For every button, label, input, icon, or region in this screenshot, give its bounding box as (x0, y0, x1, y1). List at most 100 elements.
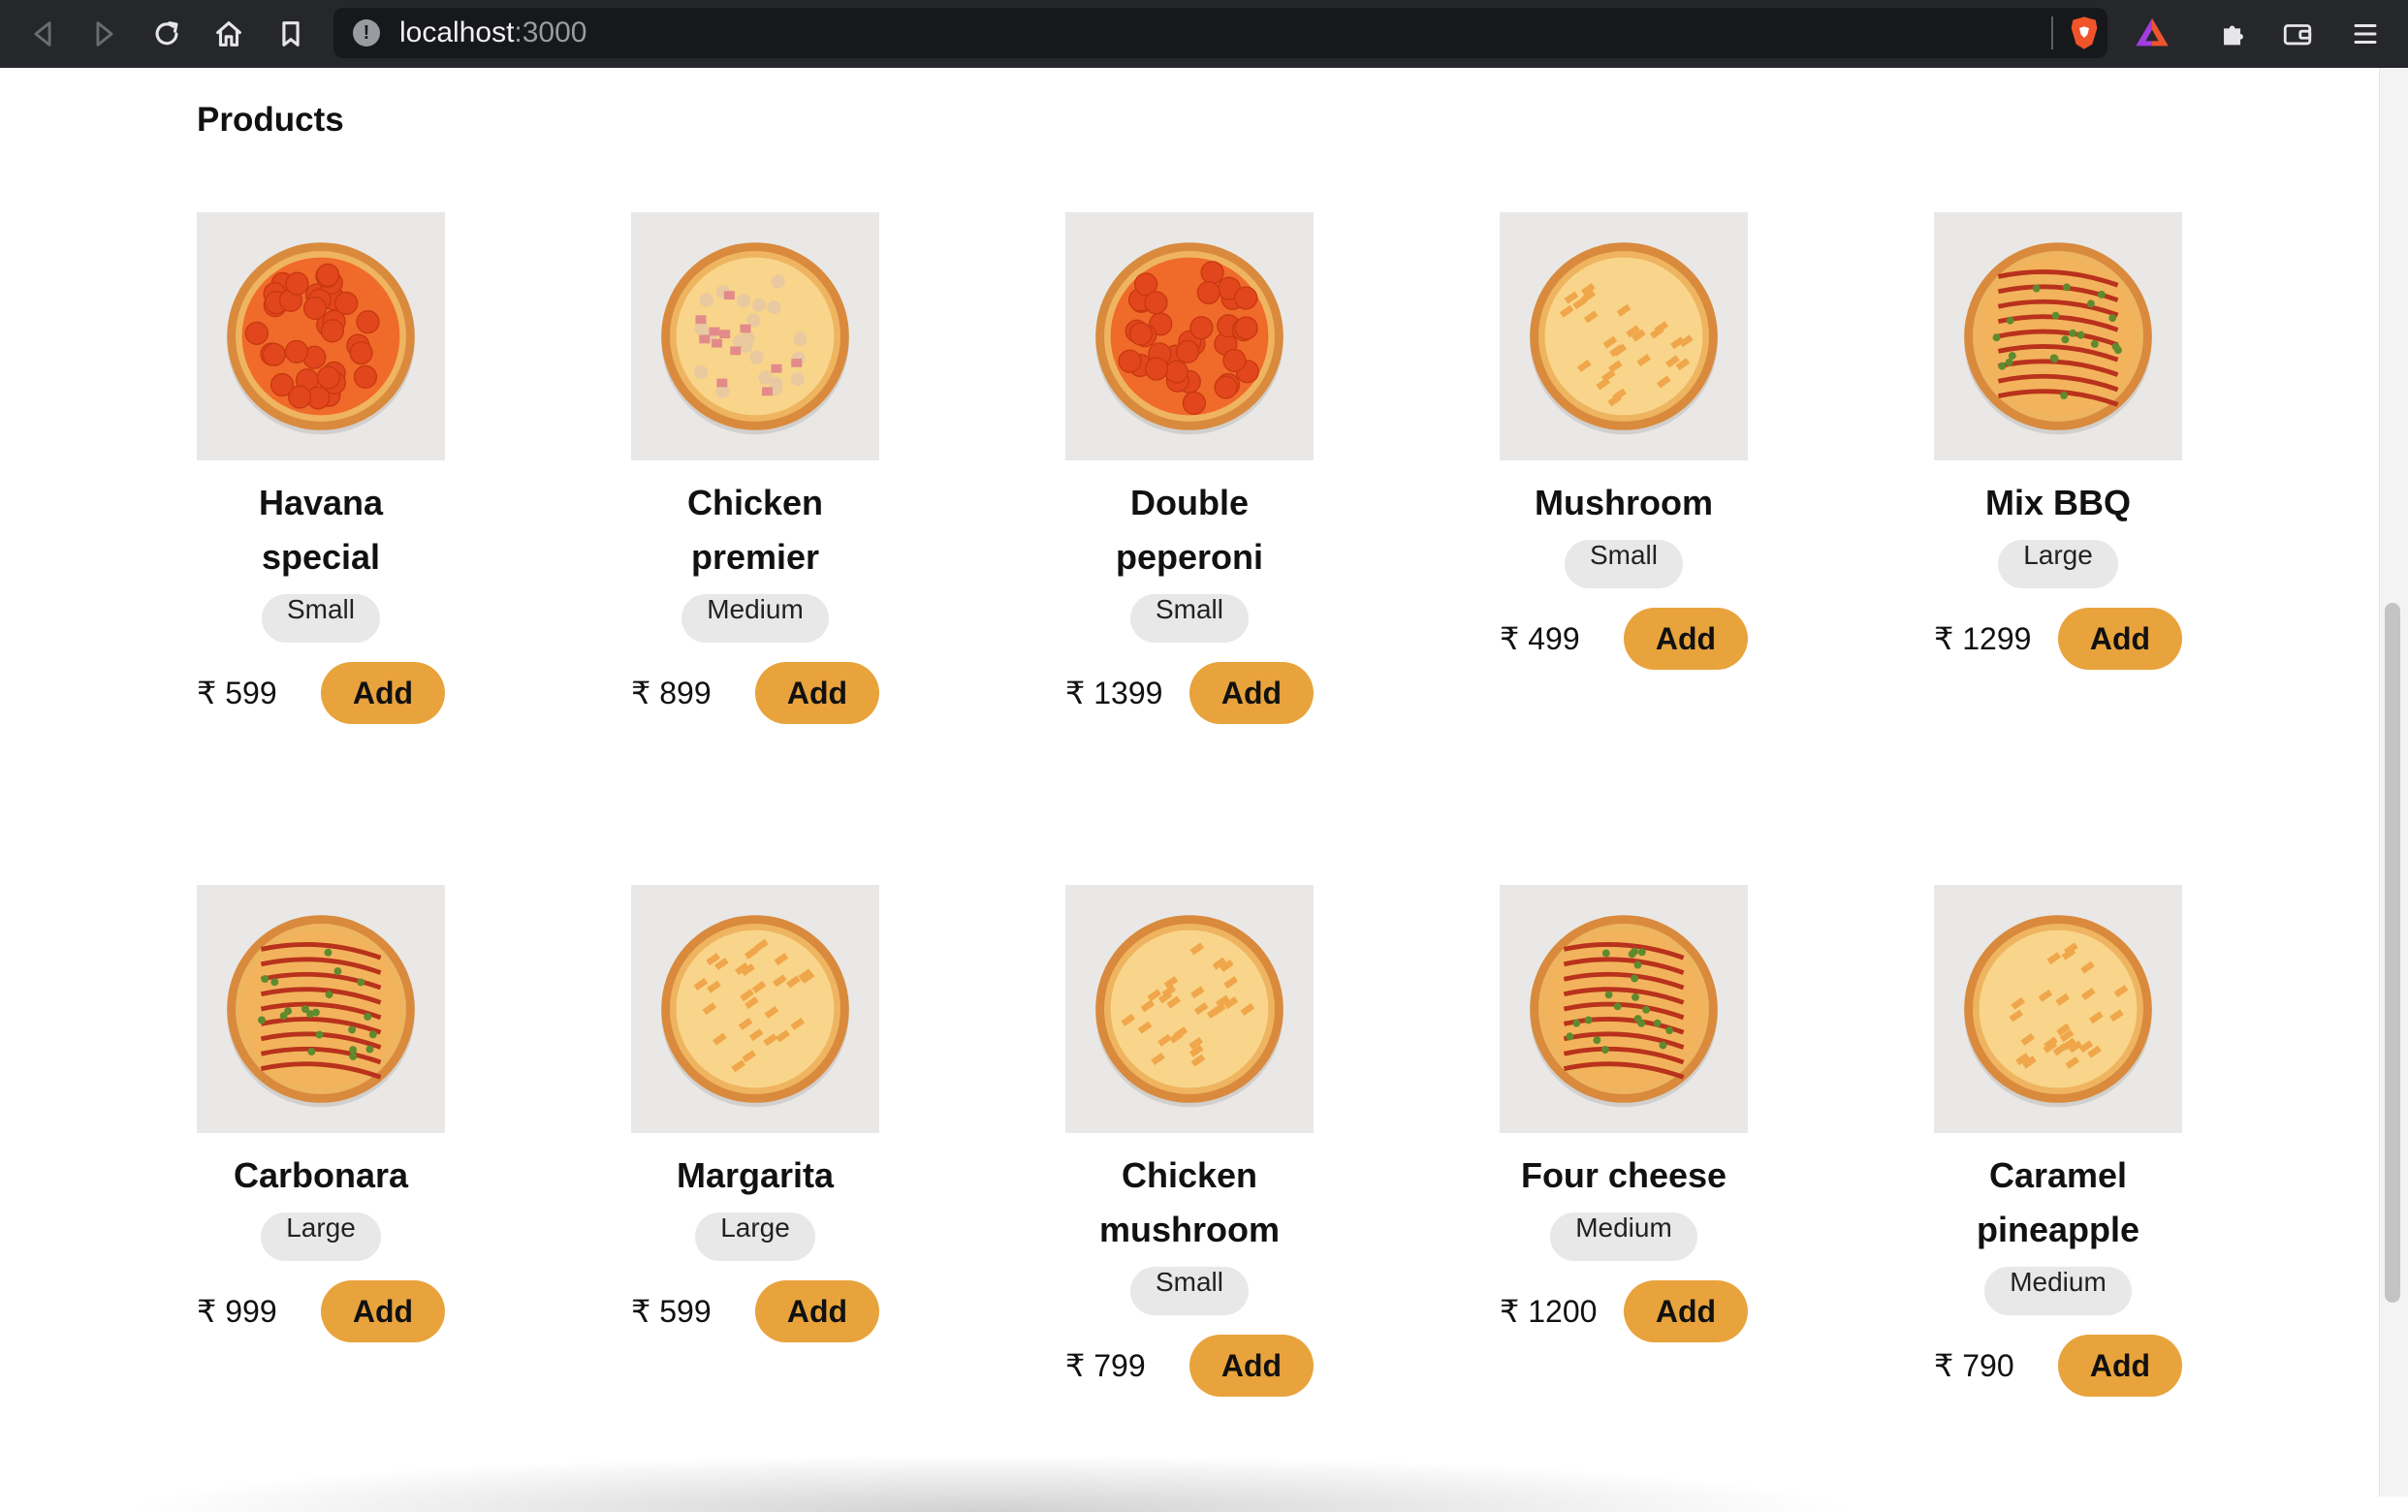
size-badge: Medium (1984, 1267, 2132, 1315)
browser-toolbar: ! localhost:3000 (0, 0, 2408, 68)
pizza-image (1095, 915, 1283, 1108)
wallet-icon[interactable] (2274, 11, 2321, 57)
size-badge: Medium (681, 594, 829, 643)
product-price: ₹ 790 (1934, 1348, 2014, 1383)
pizza-image (1964, 915, 2152, 1108)
product-image (1500, 212, 1748, 460)
product-card: Margarita Large ₹ 599 Add (631, 885, 879, 1397)
product-image (1065, 212, 1314, 460)
price-row: ₹ 899 Add (631, 662, 879, 724)
product-image (197, 885, 445, 1133)
product-name: Double peperoni (1115, 483, 1263, 577)
home-icon[interactable] (206, 11, 252, 57)
price-row: ₹ 1299 Add (1934, 608, 2182, 670)
product-name: Four cheese (1520, 1155, 1727, 1195)
product-name: Havana special (258, 483, 384, 577)
page-title: Products (197, 101, 344, 139)
product-name: Mushroom (1535, 483, 1713, 522)
add-button[interactable]: Add (2058, 1335, 2182, 1397)
product-name: Chicken mushroom (1098, 1155, 1280, 1249)
bookmark-icon[interactable] (268, 11, 314, 57)
product-name: Carbonara (233, 1155, 409, 1195)
product-image (1500, 885, 1748, 1133)
size-badge: Small (261, 594, 380, 643)
product-name: Caramel pineapple (1976, 1155, 2140, 1249)
scrollbar-thumb[interactable] (2385, 603, 2400, 1303)
product-price: ₹ 499 (1500, 621, 1580, 656)
product-price: ₹ 899 (631, 676, 712, 710)
product-card: Mushroom Small ₹ 499 Add (1500, 212, 1748, 724)
price-row: ₹ 1399 Add (1065, 662, 1314, 724)
price-row: ₹ 599 Add (631, 1280, 879, 1342)
price-row: ₹ 599 Add (197, 662, 445, 724)
url-port: :3000 (514, 16, 587, 48)
product-card: Havana special Small ₹ 599 Add (197, 212, 445, 724)
product-card: Chicken mushroom Small ₹ 799 Add (1065, 885, 1314, 1397)
bottom-shadow (116, 1454, 1861, 1512)
pizza-image (1964, 242, 2152, 435)
size-badge: Large (261, 1213, 381, 1261)
product-card: Chicken premier Medium ₹ 899 Add (631, 212, 879, 724)
add-button[interactable]: Add (321, 662, 445, 724)
size-badge: Small (1564, 540, 1683, 588)
product-card: Caramel pineapple Medium ₹ 790 Add (1934, 885, 2182, 1397)
pizza-image (1530, 915, 1718, 1108)
extensions-icon[interactable] (2210, 11, 2257, 57)
product-card: Double peperoni Small ₹ 1399 Add (1065, 212, 1314, 724)
price-row: ₹ 1200 Add (1500, 1280, 1748, 1342)
brave-rewards-icon[interactable] (2133, 14, 2171, 52)
product-name: Margarita (676, 1155, 835, 1195)
product-card: Four cheese Medium ₹ 1200 Add (1500, 885, 1748, 1397)
forward-icon[interactable] (81, 11, 128, 57)
size-badge: Large (695, 1213, 815, 1261)
price-row: ₹ 799 Add (1065, 1335, 1314, 1397)
add-button[interactable]: Add (755, 662, 879, 724)
url-divider (2051, 16, 2053, 49)
add-button[interactable]: Add (321, 1280, 445, 1342)
add-button[interactable]: Add (2058, 608, 2182, 670)
pizza-image (661, 915, 849, 1108)
add-button[interactable]: Add (1624, 1280, 1748, 1342)
reload-icon[interactable] (143, 11, 190, 57)
brave-shields-icon[interactable] (2065, 14, 2104, 52)
product-price: ₹ 599 (631, 1294, 712, 1329)
menu-icon[interactable] (2342, 11, 2389, 57)
size-badge: Small (1129, 594, 1249, 643)
price-row: ₹ 790 Add (1934, 1335, 2182, 1397)
product-card: Mix BBQ Large ₹ 1299 Add (1934, 212, 2182, 724)
product-image (1934, 885, 2182, 1133)
pizza-image (1095, 242, 1283, 435)
product-price: ₹ 1299 (1934, 621, 2032, 656)
product-image (197, 212, 445, 460)
product-price: ₹ 1399 (1065, 676, 1163, 710)
pizza-image (227, 915, 415, 1108)
product-image (631, 885, 879, 1133)
url-text[interactable]: localhost:3000 (399, 8, 586, 58)
size-badge: Small (1129, 1267, 1249, 1315)
product-price: ₹ 999 (197, 1294, 277, 1329)
size-badge: Large (1998, 540, 2118, 588)
add-button[interactable]: Add (755, 1280, 879, 1342)
price-row: ₹ 499 Add (1500, 608, 1748, 670)
product-price: ₹ 799 (1065, 1348, 1146, 1383)
address-bar[interactable]: ! localhost:3000 (333, 8, 2169, 58)
pizza-image (661, 242, 849, 435)
add-button[interactable]: Add (1189, 1335, 1314, 1397)
site-info-icon[interactable]: ! (353, 19, 380, 47)
product-image (1065, 885, 1314, 1133)
product-name: Mix BBQ (1984, 483, 2131, 522)
product-image (631, 212, 879, 460)
product-name: Chicken premier (686, 483, 824, 577)
product-card: Carbonara Large ₹ 999 Add (197, 885, 445, 1397)
size-badge: Medium (1550, 1213, 1697, 1261)
product-price: ₹ 1200 (1500, 1294, 1598, 1329)
add-button[interactable]: Add (1189, 662, 1314, 724)
add-button[interactable]: Add (1624, 608, 1748, 670)
product-grid: Havana special Small ₹ 599 Add Chicken p… (197, 212, 2182, 1397)
product-image (1934, 212, 2182, 460)
back-icon[interactable] (19, 11, 66, 57)
price-row: ₹ 999 Add (197, 1280, 445, 1342)
pizza-image (227, 242, 415, 435)
pizza-image (1530, 242, 1718, 435)
product-price: ₹ 599 (197, 676, 277, 710)
